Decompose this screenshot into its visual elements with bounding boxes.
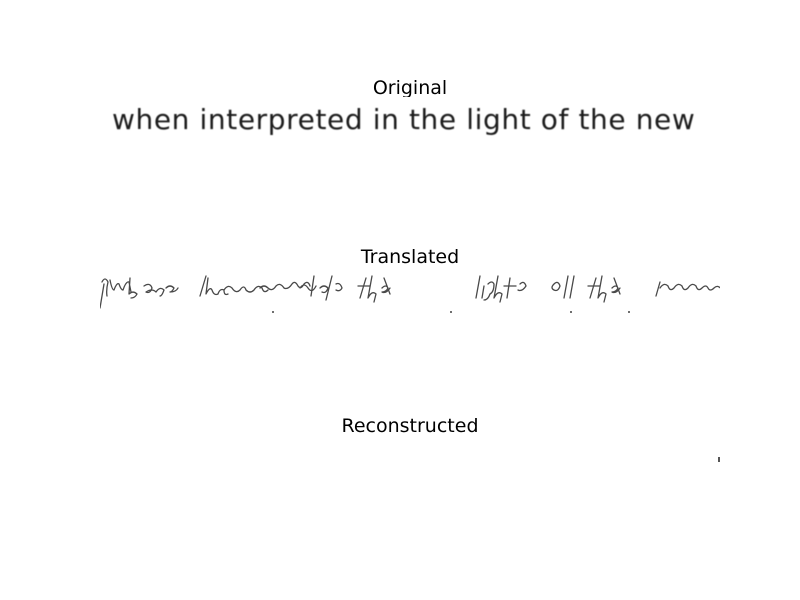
panel-title-reconstructed: Reconstructed — [341, 415, 479, 437]
translated-speck — [570, 311, 572, 313]
panel-title-original: Original — [372, 77, 448, 99]
translated-speck — [450, 311, 452, 313]
translated-speck — [628, 311, 630, 313]
panel-title-translated: Translated — [360, 246, 460, 268]
translated-image — [100, 266, 720, 316]
translated-speck — [272, 311, 274, 313]
original-image: when interpreted in the light of the new — [100, 97, 720, 147]
translated-handwriting — [100, 275, 720, 309]
reconstructed-image — [100, 435, 720, 485]
reconstructed-speck — [718, 457, 720, 462]
original-text-line: when interpreted in the light of the new — [112, 103, 696, 136]
